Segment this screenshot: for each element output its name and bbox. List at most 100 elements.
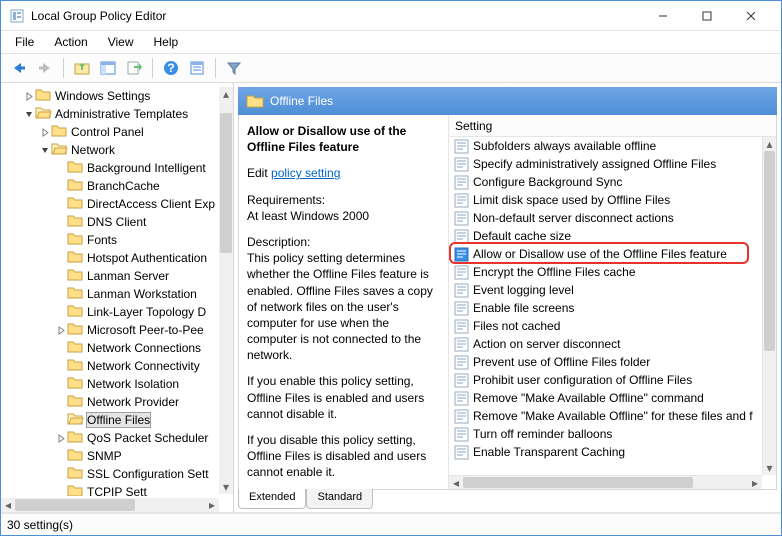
tree-item-label: Hotspot Authentication	[87, 251, 207, 265]
tree-vertical-scrollbar[interactable]: ▴ ▾	[219, 87, 233, 494]
setting-row[interactable]: Turn off reminder balloons	[449, 425, 762, 443]
tab-extended[interactable]: Extended	[238, 489, 306, 509]
policy-icon	[453, 318, 469, 334]
setting-row[interactable]: Limit disk space used by Offline Files	[449, 191, 762, 209]
policy-icon	[453, 444, 469, 460]
filter-button[interactable]	[222, 56, 246, 80]
requirements-text: At least Windows 2000	[247, 208, 440, 224]
menu-view[interactable]: View	[100, 33, 142, 51]
menu-file[interactable]: File	[7, 33, 42, 51]
folder-icon	[67, 394, 87, 411]
chevron-down-icon[interactable]	[23, 110, 35, 119]
forward-button[interactable]	[33, 56, 57, 80]
export-list-button[interactable]	[122, 56, 146, 80]
policy-icon	[453, 372, 469, 388]
setting-row[interactable]: Action on server disconnect	[449, 335, 762, 353]
tree-item[interactable]: BranchCache	[3, 177, 217, 195]
minimize-button[interactable]	[641, 1, 685, 31]
setting-row[interactable]: Prevent use of Offline Files folder	[449, 353, 762, 371]
edit-policy-link[interactable]: policy setting	[271, 166, 340, 180]
tree-item[interactable]: Link-Layer Topology D	[3, 303, 217, 321]
chevron-right-icon[interactable]	[23, 92, 35, 101]
tree-item[interactable]: Network Connectivity	[3, 357, 217, 375]
maximize-button[interactable]	[685, 1, 729, 31]
tree-item[interactable]: Lanman Workstation	[3, 285, 217, 303]
setting-row[interactable]: Encrypt the Offline Files cache	[449, 263, 762, 281]
chevron-right-icon[interactable]	[55, 326, 67, 335]
tree-item-label: TCPIP Sett	[87, 485, 147, 496]
list-horizontal-scrollbar[interactable]: ◂ ▸	[449, 475, 762, 489]
up-button[interactable]	[70, 56, 94, 80]
setting-row[interactable]: Enable Transparent Caching	[449, 443, 762, 461]
setting-row[interactable]: Allow or Disallow use of the Offline Fil…	[449, 245, 762, 263]
scrollbar-thumb[interactable]	[463, 477, 693, 488]
tree-item[interactable]: SSL Configuration Sett	[3, 465, 217, 483]
description-paragraph: If you disable this policy setting, Offl…	[247, 432, 440, 481]
setting-row[interactable]: Default cache size	[449, 227, 762, 245]
policy-icon	[453, 264, 469, 280]
policy-title: Allow or Disallow use of the Offline Fil…	[247, 123, 440, 155]
setting-row[interactable]: Subfolders always available offline	[449, 137, 762, 155]
tree-item[interactable]: Microsoft Peer-to-Pee	[3, 321, 217, 339]
setting-row[interactable]: Configure Background Sync	[449, 173, 762, 191]
list-vertical-scrollbar[interactable]: ▴ ▾	[762, 137, 776, 475]
properties-button[interactable]	[185, 56, 209, 80]
tree-item[interactable]: Hotspot Authentication	[3, 249, 217, 267]
setting-row[interactable]: Remove "Make Available Offline" command	[449, 389, 762, 407]
tree-item[interactable]: SNMP	[3, 447, 217, 465]
scrollbar-thumb[interactable]	[764, 151, 775, 351]
settings-column-header[interactable]: Setting	[449, 115, 776, 137]
tree-item-label: DNS Client	[87, 215, 146, 229]
tree-item-label: SSL Configuration Sett	[87, 467, 209, 481]
tree-item[interactable]: Network Provider	[3, 393, 217, 411]
statusbar: 30 setting(s)	[1, 513, 781, 535]
policy-icon	[453, 408, 469, 424]
setting-label: Limit disk space used by Offline Files	[473, 193, 670, 207]
tab-standard[interactable]: Standard	[306, 489, 373, 509]
tree-item[interactable]: DirectAccess Client Exp	[3, 195, 217, 213]
tree-item[interactable]: Control Panel	[3, 123, 217, 141]
close-button[interactable]	[729, 1, 773, 31]
tree-item[interactable]: Network Connections	[3, 339, 217, 357]
tree-item[interactable]: Fonts	[3, 231, 217, 249]
toolbar: ?	[1, 53, 781, 83]
setting-row[interactable]: Remove "Make Available Offline" for thes…	[449, 407, 762, 425]
setting-row[interactable]: Enable file screens	[449, 299, 762, 317]
tree-item[interactable]: Network Isolation	[3, 375, 217, 393]
chevron-right-icon[interactable]	[39, 128, 51, 137]
setting-label: Enable Transparent Caching	[473, 445, 625, 459]
tree-item[interactable]: Offline Files	[3, 411, 217, 429]
tree-item[interactable]: Windows Settings	[3, 87, 217, 105]
help-button[interactable]: ?	[159, 56, 183, 80]
tree-item[interactable]: TCPIP Sett	[3, 483, 217, 496]
menu-action[interactable]: Action	[46, 33, 95, 51]
folder-icon	[67, 304, 87, 321]
back-button[interactable]	[7, 56, 31, 80]
setting-row[interactable]: Files not cached	[449, 317, 762, 335]
setting-row[interactable]: Event logging level	[449, 281, 762, 299]
tree-item[interactable]: QoS Packet Scheduler	[3, 429, 217, 447]
tree-item-label: Lanman Workstation	[87, 287, 197, 301]
tree-horizontal-scrollbar[interactable]: ◂ ▸	[1, 498, 219, 512]
scrollbar-thumb[interactable]	[220, 113, 232, 253]
tree-item[interactable]: Background Intelligent	[3, 159, 217, 177]
scrollbar-thumb[interactable]	[15, 499, 135, 511]
setting-row[interactable]: Non-default server disconnect actions	[449, 209, 762, 227]
show-hide-tree-button[interactable]	[96, 56, 120, 80]
tree-item-label: Offline Files	[87, 413, 150, 427]
requirements-heading: Requirements:	[247, 192, 440, 208]
description-paragraph: This policy setting determines whether t…	[247, 250, 440, 363]
folder-icon	[67, 286, 87, 303]
setting-row[interactable]: Prohibit user configuration of Offline F…	[449, 371, 762, 389]
chevron-down-icon[interactable]	[39, 146, 51, 155]
tree-item[interactable]: Network	[3, 141, 217, 159]
setting-row[interactable]: Specify administratively assigned Offlin…	[449, 155, 762, 173]
tree-item[interactable]: Administrative Templates	[3, 105, 217, 123]
folder-icon	[67, 322, 87, 339]
chevron-right-icon[interactable]	[55, 434, 67, 443]
menu-help[interactable]: Help	[146, 33, 187, 51]
tree-item-label: BranchCache	[87, 179, 160, 193]
policy-icon	[453, 354, 469, 370]
tree-item[interactable]: Lanman Server	[3, 267, 217, 285]
tree-item[interactable]: DNS Client	[3, 213, 217, 231]
